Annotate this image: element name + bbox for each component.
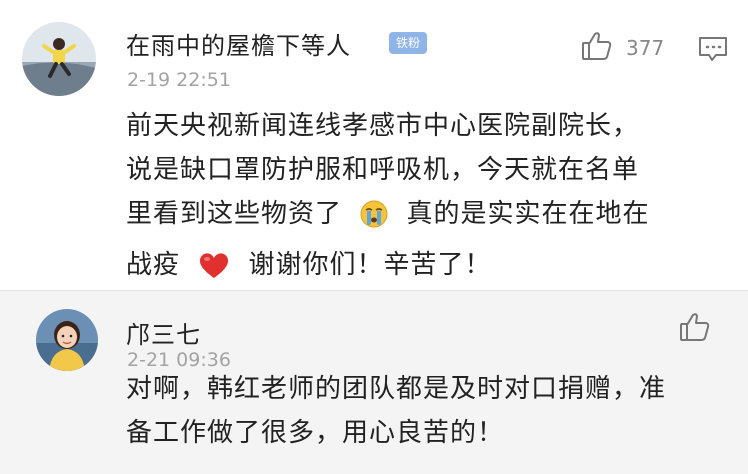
comment-more-icon [697, 37, 729, 68]
comment: 在雨中的屋檐下等人 铁粉 2-19 22:51 377 前天央视新闻连线孝感市中… [0, 0, 748, 290]
crying-face-emoji [359, 199, 389, 243]
reply: 邝三七 2-21 09:36 对啊，韩红老师的团队都是及时对口捐赠，准 备工作做… [0, 290, 748, 474]
like-button[interactable]: 377 [580, 30, 664, 66]
avatar[interactable] [36, 309, 98, 371]
comment-text: 前天央视新闻连线孝感市中心医院副院长， 说是缺口罩防护服和呼吸机，今天就在名单 … [126, 104, 726, 294]
comment-line: 里看到这些物资了 真的是实实在在地在 [126, 192, 726, 243]
comment-line-part: 真的是实实在在地在 [406, 199, 650, 229]
username[interactable]: 在雨中的屋檐下等人 [126, 26, 351, 61]
username[interactable]: 邝三七 [126, 315, 201, 350]
reply-line: 备工作做了很多，用心良苦的！ [126, 418, 505, 448]
thumbs-up-icon [678, 310, 712, 348]
thumbs-up-icon [580, 29, 614, 67]
fan-badge[interactable]: 铁粉 [389, 32, 427, 54]
red-heart-emoji [197, 250, 231, 294]
like-count: 377 [626, 36, 665, 60]
timestamp: 2-19 22:51 [127, 69, 231, 91]
comment-line-part: 战疫 [126, 250, 181, 280]
comment-line-part: 里看到这些物资了 [126, 199, 343, 229]
comment-line: 战疫 谢谢你们！辛苦了！ [126, 243, 726, 294]
like-button[interactable] [678, 311, 712, 347]
comment-line: 说是缺口罩防护服和呼吸机，今天就在名单 [126, 155, 640, 185]
reply-text: 对啊，韩红老师的团队都是及时对口捐赠，准 备工作做了很多，用心良苦的！ [126, 367, 726, 455]
avatar[interactable] [22, 22, 96, 96]
reply-line: 对啊，韩红老师的团队都是及时对口捐赠，准 [126, 374, 667, 404]
comment-line-part: 谢谢你们！辛苦了！ [248, 250, 492, 280]
comment-line: 前天央视新闻连线孝感市中心医院副院长， [126, 111, 640, 141]
comment-more-button[interactable] [697, 34, 729, 64]
